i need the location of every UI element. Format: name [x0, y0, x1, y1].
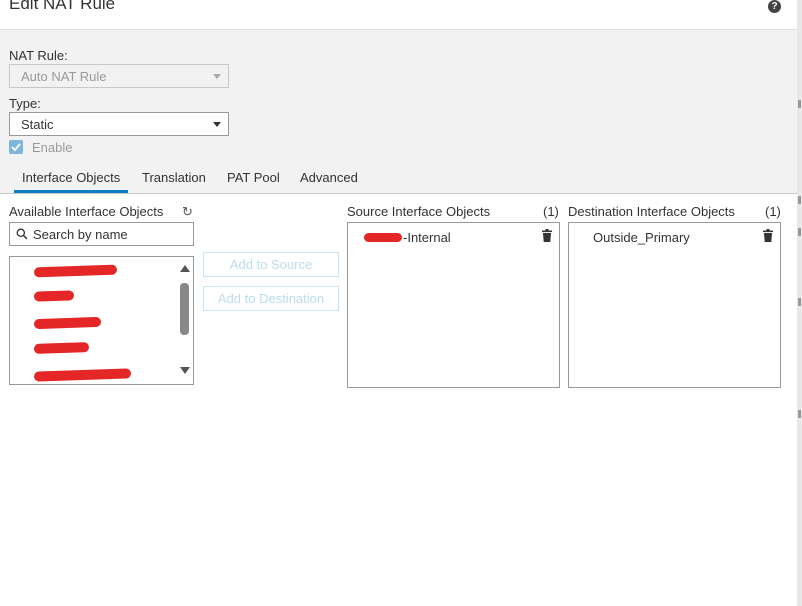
check-icon [11, 143, 21, 152]
source-objects-box[interactable]: -Internal [347, 222, 560, 388]
dialog-header: Edit NAT Rule ? [0, 0, 797, 30]
tab-interface-objects[interactable]: Interface Objects [22, 170, 120, 185]
refresh-icon[interactable]: ↻ [182, 204, 193, 220]
chevron-down-icon [213, 122, 221, 127]
help-icon[interactable]: ? [768, 0, 781, 13]
tab-translation[interactable]: Translation [142, 170, 206, 185]
available-objects-label: Available Interface Objects [9, 204, 164, 219]
tab-advanced[interactable]: Advanced [300, 170, 358, 185]
nat-rule-value: Auto NAT Rule [21, 69, 107, 84]
background-window-edge [797, 0, 802, 606]
list-item[interactable] [33, 316, 102, 330]
background-mark [798, 410, 801, 418]
background-mark [798, 228, 801, 236]
add-to-source-button[interactable]: Add to Source [203, 252, 339, 277]
dialog-title: Edit NAT Rule [9, 0, 116, 13]
trash-icon[interactable] [542, 229, 552, 242]
list-item[interactable] [33, 368, 132, 382]
type-value: Static [21, 117, 54, 132]
destination-objects-label: Destination Interface Objects [568, 204, 735, 219]
background-mark [798, 298, 801, 306]
redacted-text [364, 233, 402, 242]
source-object-item: -Internal [403, 230, 451, 245]
list-item[interactable] [33, 290, 75, 302]
list-item[interactable] [33, 342, 90, 354]
background-mark [798, 196, 801, 204]
type-label: Type: [9, 96, 41, 111]
scroll-up-arrow-icon[interactable] [180, 265, 190, 272]
source-objects-count: (1) [543, 204, 559, 219]
tabs-divider [0, 193, 802, 194]
type-select[interactable]: Static [9, 112, 229, 136]
source-objects-label: Source Interface Objects [347, 204, 491, 219]
search-field[interactable] [9, 222, 194, 246]
search-input[interactable] [33, 226, 188, 242]
background-mark [798, 100, 801, 108]
available-objects-list[interactable] [9, 256, 194, 385]
enable-label: Enable [32, 140, 73, 155]
list-item[interactable] [33, 264, 118, 278]
scrollbar-thumb[interactable] [180, 283, 189, 335]
chevron-down-icon [213, 74, 221, 79]
scroll-down-arrow-icon[interactable] [180, 367, 190, 374]
destination-object-item: Outside_Primary [593, 230, 690, 245]
nat-rule-select: Auto NAT Rule [9, 64, 229, 88]
destination-objects-box[interactable]: Outside_Primary [568, 222, 781, 388]
trash-icon[interactable] [763, 229, 773, 242]
add-to-destination-button[interactable]: Add to Destination [203, 286, 339, 311]
tab-pat-pool[interactable]: PAT Pool [227, 170, 280, 185]
nat-rule-label: NAT Rule: [9, 48, 68, 63]
enable-checkbox[interactable] [9, 140, 23, 154]
search-icon [16, 228, 28, 240]
destination-objects-count: (1) [765, 204, 781, 219]
